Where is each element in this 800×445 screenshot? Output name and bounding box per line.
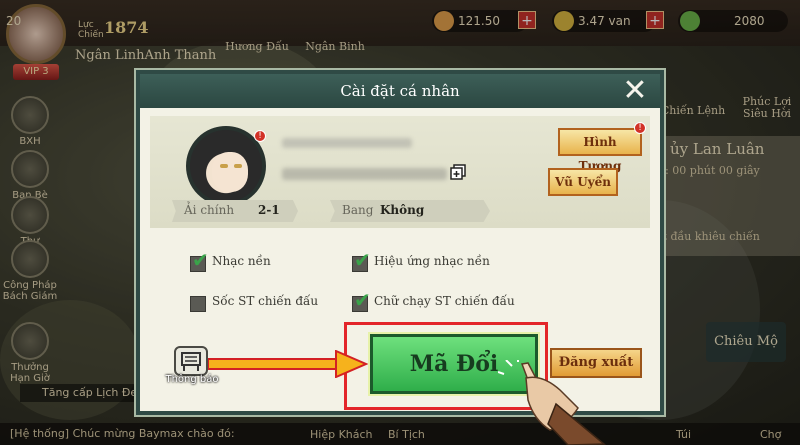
setting-label: Nhạc nền xyxy=(212,254,271,268)
profile-section: ! Ải chính 2-1 Bang Không Hình Tượng ! V… xyxy=(150,116,650,228)
check-icon: ✔ xyxy=(192,248,209,272)
setting-label: Hiệu ứng nhạc nền xyxy=(374,254,490,268)
check-icon: ✔ xyxy=(354,288,371,312)
pointing-hand-icon xyxy=(498,360,607,445)
avatar-alert-badge: ! xyxy=(254,130,266,142)
guild-field: Bang Không xyxy=(330,200,490,222)
main-stage-label: Ải chính xyxy=(184,203,235,217)
main-stage-field: Ải chính 2-1 xyxy=(172,200,298,222)
guild-value: Không xyxy=(380,203,425,217)
notice-button[interactable]: Thông báo xyxy=(165,346,219,390)
dialog-header: Cài đặt cá nhân ✕ xyxy=(140,74,660,108)
notice-board-icon-svg xyxy=(181,352,201,371)
dialog-title: Cài đặt cá nhân xyxy=(340,82,460,100)
frame-button[interactable]: Vũ Uyển xyxy=(548,168,618,196)
close-icon[interactable]: ✕ xyxy=(620,76,650,106)
notice-board-icon xyxy=(174,346,208,376)
arrow-pointer-icon xyxy=(208,350,368,378)
check-icon: ✔ xyxy=(354,248,371,272)
avatar-eye xyxy=(220,164,228,168)
setting-label: Sốc ST chiến đấu xyxy=(212,294,319,308)
checkbox[interactable] xyxy=(190,296,206,312)
player-name-blurred xyxy=(282,138,412,148)
guild-label: Bang xyxy=(342,203,374,217)
player-id-blurred xyxy=(282,168,447,180)
appearance-button[interactable]: Hình Tượng xyxy=(558,128,642,173)
avatar-eye xyxy=(234,164,242,168)
setting-label: Chữ chạy ST chiến đấu xyxy=(374,294,515,308)
avatar-face xyxy=(212,152,248,192)
copy-icon[interactable] xyxy=(450,164,466,180)
main-stage-value: 2-1 xyxy=(258,203,280,217)
appearance-alert-badge: ! xyxy=(634,122,646,134)
